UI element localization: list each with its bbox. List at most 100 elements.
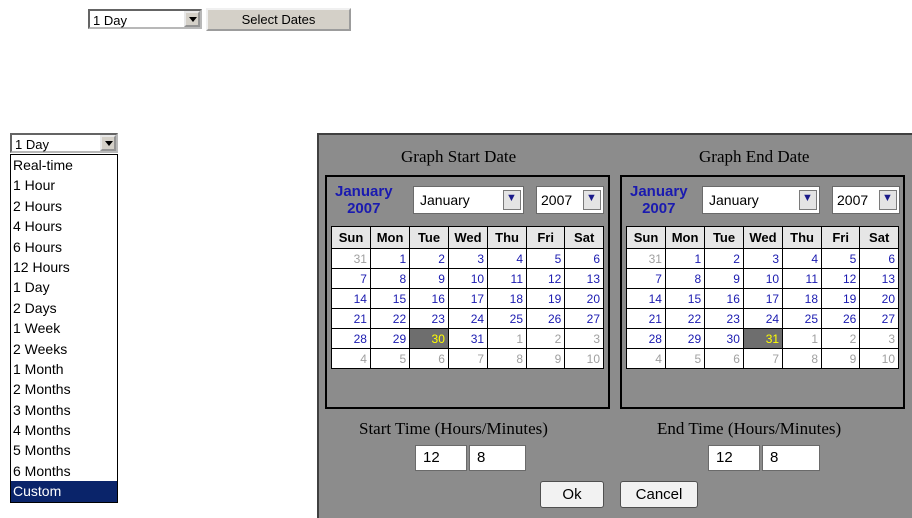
day-cell[interactable]: 12	[525, 268, 566, 289]
day-cell-outside-month[interactable]: 2	[820, 328, 861, 349]
day-cell[interactable]: 30	[704, 328, 744, 349]
range-option[interactable]: 6 Hours	[11, 237, 117, 257]
chevron-down-icon[interactable]	[879, 190, 897, 210]
day-cell[interactable]: 16	[409, 288, 449, 309]
day-cell[interactable]: 20	[564, 288, 604, 309]
day-cell-selected[interactable]: 30	[409, 328, 449, 349]
day-cell-outside-month[interactable]: 7	[742, 348, 784, 369]
day-cell[interactable]: 5	[820, 248, 861, 269]
day-cell[interactable]: 23	[409, 308, 449, 329]
day-cell-outside-month[interactable]: 7	[447, 348, 489, 369]
start-month-select[interactable]: January	[413, 186, 524, 214]
chevron-down-icon[interactable]	[583, 190, 601, 210]
end-hours-input[interactable]: 12	[708, 445, 760, 471]
day-cell-outside-month[interactable]: 9	[525, 348, 566, 369]
range-option[interactable]: 3 Months	[11, 400, 117, 420]
day-cell[interactable]: 3	[742, 248, 784, 269]
range-option[interactable]: 4 Hours	[11, 216, 117, 236]
chevron-down-icon[interactable]	[100, 135, 116, 151]
select-dates-button[interactable]: Select Dates	[206, 8, 351, 31]
day-cell-outside-month[interactable]: 6	[409, 348, 449, 369]
day-cell[interactable]: 22	[664, 308, 706, 329]
range-option[interactable]: 1 Week	[11, 318, 117, 338]
range-option[interactable]: 5 Months	[11, 440, 117, 460]
day-cell[interactable]: 18	[782, 288, 822, 309]
day-cell[interactable]: 14	[331, 288, 371, 309]
day-cell[interactable]: 25	[487, 308, 527, 329]
range-option[interactable]: 1 Day	[11, 277, 117, 297]
day-cell[interactable]: 17	[447, 288, 489, 309]
range-option[interactable]: 2 Days	[11, 298, 117, 318]
start-minutes-input[interactable]: 8	[469, 445, 526, 471]
day-cell[interactable]: 11	[487, 268, 527, 289]
day-cell-outside-month[interactable]: 3	[859, 328, 899, 349]
day-cell[interactable]: 23	[704, 308, 744, 329]
day-cell-outside-month[interactable]: 8	[487, 348, 527, 369]
day-cell[interactable]: 26	[525, 308, 566, 329]
start-year-select[interactable]: 2007	[536, 186, 604, 214]
day-cell-outside-month[interactable]: 5	[664, 348, 706, 369]
day-cell[interactable]: 15	[664, 288, 706, 309]
day-cell[interactable]: 4	[487, 248, 527, 269]
day-cell[interactable]: 7	[626, 268, 666, 289]
day-cell[interactable]: 6	[564, 248, 604, 269]
day-cell[interactable]: 29	[369, 328, 411, 349]
cancel-button[interactable]: Cancel	[620, 481, 698, 508]
range-option[interactable]: 6 Months	[11, 461, 117, 481]
day-cell[interactable]: 12	[820, 268, 861, 289]
day-cell-outside-month[interactable]: 31	[331, 248, 371, 269]
day-cell[interactable]: 8	[664, 268, 706, 289]
day-cell[interactable]: 15	[369, 288, 411, 309]
day-cell-outside-month[interactable]: 31	[626, 248, 666, 269]
chevron-down-icon[interactable]	[184, 11, 200, 27]
day-cell[interactable]: 9	[704, 268, 744, 289]
start-hours-input[interactable]: 12	[415, 445, 467, 471]
end-minutes-input[interactable]: 8	[762, 445, 820, 471]
day-cell[interactable]: 3	[447, 248, 489, 269]
day-cell-outside-month[interactable]: 9	[820, 348, 861, 369]
range-option-selected[interactable]: Custom	[11, 481, 117, 502]
day-cell[interactable]: 11	[782, 268, 822, 289]
day-cell[interactable]: 19	[525, 288, 566, 309]
day-cell[interactable]: 14	[626, 288, 666, 309]
day-cell[interactable]: 4	[782, 248, 822, 269]
day-cell[interactable]: 2	[704, 248, 744, 269]
day-cell[interactable]: 28	[331, 328, 371, 349]
day-cell-outside-month[interactable]: 10	[859, 348, 899, 369]
day-cell-outside-month[interactable]: 3	[564, 328, 604, 349]
day-cell[interactable]: 27	[564, 308, 604, 329]
day-cell[interactable]: 21	[331, 308, 371, 329]
day-cell[interactable]: 24	[447, 308, 489, 329]
day-cell[interactable]: 21	[626, 308, 666, 329]
day-cell[interactable]: 19	[820, 288, 861, 309]
day-cell[interactable]: 13	[859, 268, 899, 289]
day-cell[interactable]: 17	[742, 288, 784, 309]
chevron-down-icon[interactable]	[799, 190, 817, 210]
range-option[interactable]: 1 Month	[11, 359, 117, 379]
day-cell[interactable]: 31	[447, 328, 489, 349]
day-cell[interactable]: 18	[487, 288, 527, 309]
chevron-down-icon[interactable]	[503, 190, 521, 210]
range-option[interactable]: 1 Hour	[11, 175, 117, 195]
day-cell[interactable]: 13	[564, 268, 604, 289]
day-cell[interactable]: 10	[447, 268, 489, 289]
day-cell[interactable]: 20	[859, 288, 899, 309]
day-cell[interactable]: 16	[704, 288, 744, 309]
day-cell[interactable]: 9	[409, 268, 449, 289]
range-option[interactable]: Real-time	[11, 155, 117, 175]
day-cell-selected[interactable]: 31	[742, 328, 784, 349]
day-cell[interactable]: 10	[742, 268, 784, 289]
day-cell-outside-month[interactable]: 10	[564, 348, 604, 369]
range-option[interactable]: 2 Months	[11, 379, 117, 399]
day-cell[interactable]: 26	[820, 308, 861, 329]
day-cell-outside-month[interactable]: 8	[782, 348, 822, 369]
day-cell-outside-month[interactable]: 6	[704, 348, 744, 369]
day-cell[interactable]: 22	[369, 308, 411, 329]
day-cell-outside-month[interactable]: 1	[487, 328, 527, 349]
day-cell-outside-month[interactable]: 2	[525, 328, 566, 349]
day-cell[interactable]: 6	[859, 248, 899, 269]
range-select-top[interactable]: 1 Day	[88, 9, 202, 29]
range-option[interactable]: 4 Months	[11, 420, 117, 440]
range-option[interactable]: 12 Hours	[11, 257, 117, 277]
day-cell-outside-month[interactable]: 4	[331, 348, 371, 369]
